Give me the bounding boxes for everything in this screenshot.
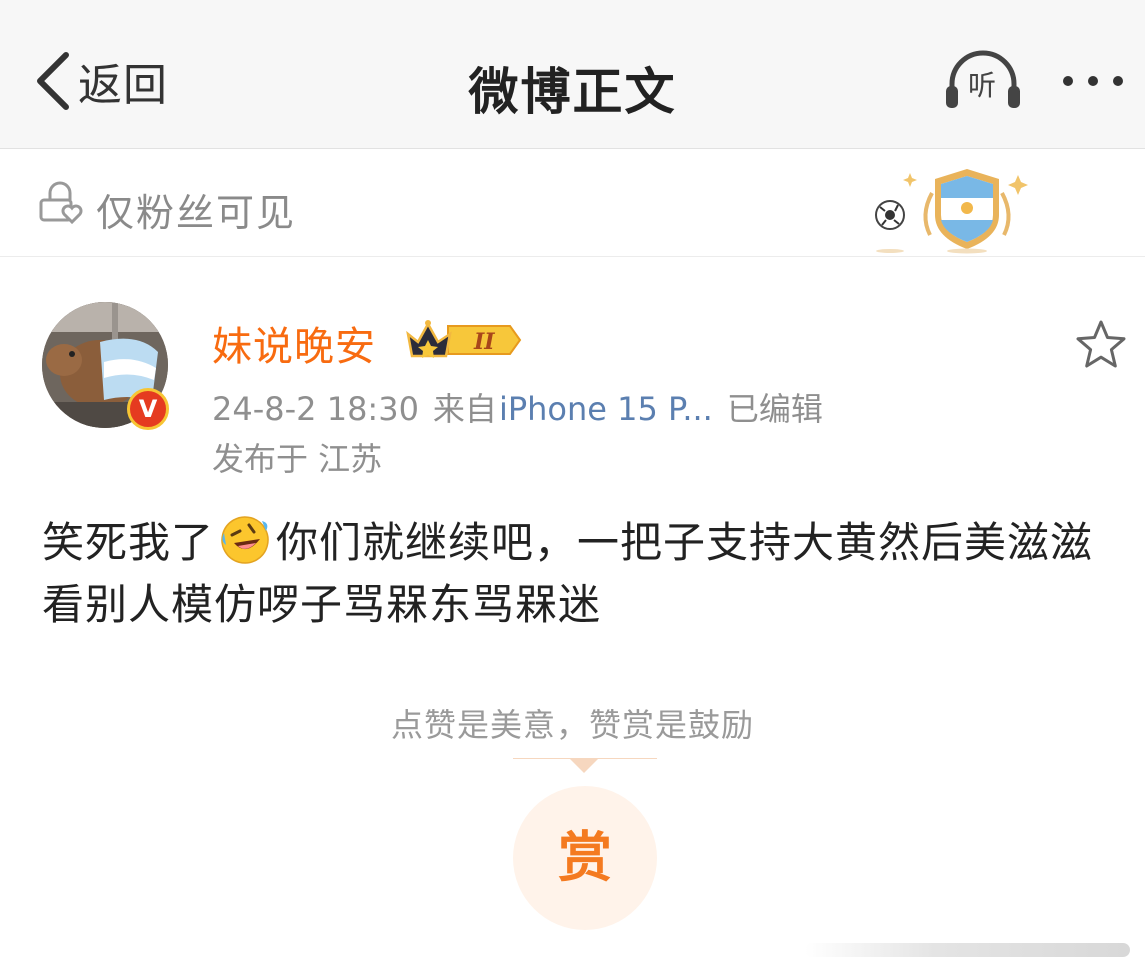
argentina-shield-badge-icon	[875, 169, 1028, 254]
reward-button[interactable]: 赏	[513, 786, 657, 930]
source-prefix: 来自	[432, 390, 497, 428]
visibility-label: 仅粉丝可见	[96, 191, 297, 235]
edited-label[interactable]: 已编辑	[727, 390, 823, 428]
reward-pointer	[570, 759, 598, 773]
post-source-link[interactable]: iPhone 15 P...	[499, 390, 713, 428]
post-meta: 24-8-2 18:30 来自iPhone 15 P... 已编辑	[212, 384, 837, 430]
author-name[interactable]: 妹说晚安	[212, 314, 376, 372]
favorite-star-icon[interactable]	[1074, 318, 1128, 372]
listen-label: 听	[967, 69, 996, 102]
post-text: 笑死我了 你们就继续吧，一把子支持大黄然后美滋滋看别人模仿啰子骂槑东骂槑迷	[42, 512, 1112, 636]
listen-button[interactable]: 听	[944, 50, 1022, 112]
lock-heart-icon	[39, 181, 83, 224]
post-text-part-1: 笑死我了	[42, 518, 215, 567]
post-time: 24-8-2 18:30	[212, 390, 419, 428]
rolling-on-floor-laughing-icon	[221, 516, 269, 564]
reward-hint: 点赞是美意，赞赏是鼓励	[390, 706, 754, 744]
nav-bar: 返回 微博正文 听	[0, 0, 1145, 149]
post-location: 发布于 江苏	[212, 440, 383, 478]
level-badge-text: II	[473, 329, 495, 355]
more-options-icon[interactable]	[1058, 66, 1128, 96]
scroll-indicator	[805, 943, 1130, 957]
crown-level-badge-icon[interactable]: II	[406, 318, 522, 362]
verified-badge: V	[127, 388, 169, 430]
